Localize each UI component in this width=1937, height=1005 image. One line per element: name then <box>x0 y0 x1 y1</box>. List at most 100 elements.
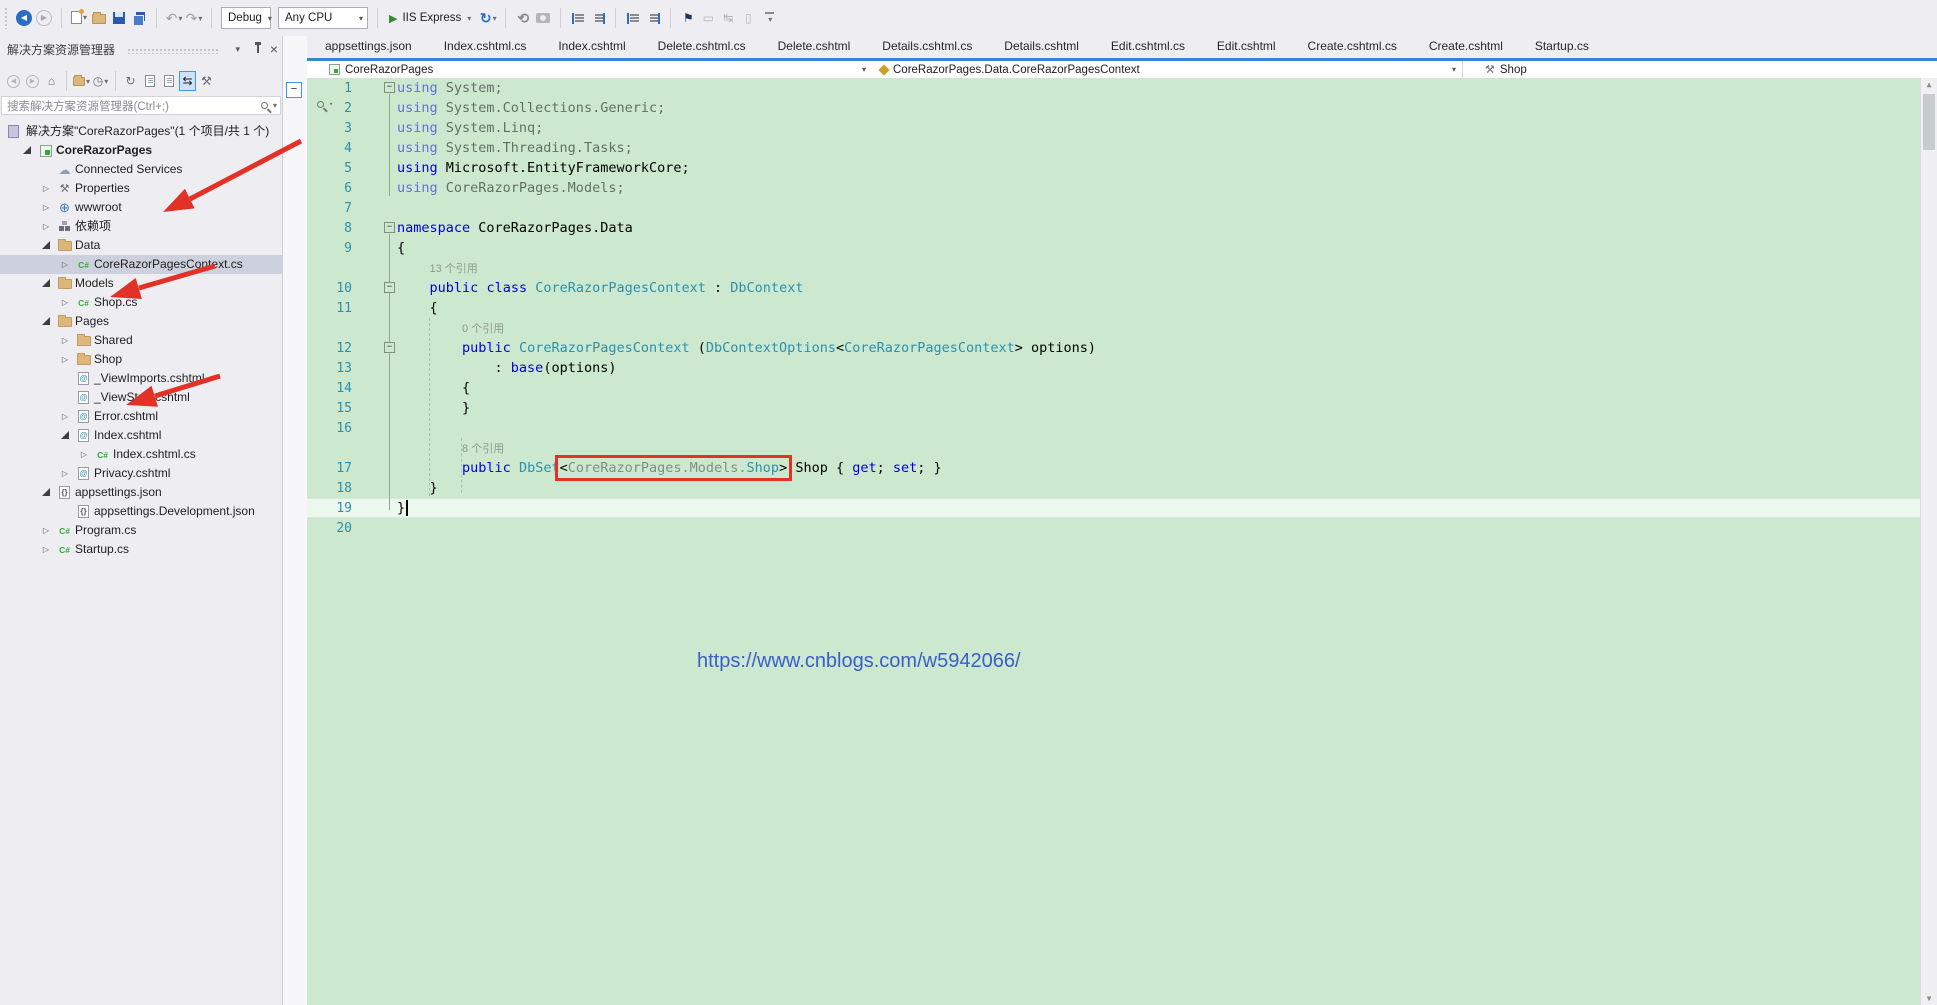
scroll-up-arrow[interactable]: ▲ <box>1921 80 1937 89</box>
tab-create-cshtml-cs[interactable]: Create.cshtml.cs <box>1304 37 1401 55</box>
align-left-button[interactable] <box>568 6 588 30</box>
tab-startup-cs[interactable]: Startup.cs <box>1531 37 1593 55</box>
collapse-all-button[interactable]: − <box>286 82 302 98</box>
tree-item-privacy-cshtml[interactable]: ▷@Privacy.cshtml <box>0 464 282 483</box>
tree-item-corerazorpages[interactable]: CoreRazorPages <box>0 141 282 160</box>
platform-dropdown[interactable]: Any CPU ▾ <box>278 7 368 29</box>
tab-delete-cshtml-cs[interactable]: Delete.cshtml.cs <box>654 37 750 55</box>
collapsed-chevron-icon[interactable]: ▷ <box>40 222 52 231</box>
codelens-references-label[interactable]: 0 个引用 <box>397 320 504 336</box>
screenshot-button[interactable] <box>533 6 553 30</box>
indent-button[interactable] <box>643 6 663 30</box>
expanded-chevron-icon[interactable] <box>40 317 52 327</box>
tab-edit-cshtml-cs[interactable]: Edit.cshtml.cs <box>1107 37 1189 55</box>
tree-item-wwwroot[interactable]: ▷⊕wwwroot <box>0 198 282 217</box>
toolbar-drag-grip[interactable] <box>4 7 9 29</box>
redo-button[interactable]: ↷▾ <box>184 6 204 30</box>
start-debugging-button[interactable]: ▶ IIS Express ▾ <box>385 12 475 25</box>
tree-item-error-cshtml[interactable]: ▷@Error.cshtml <box>0 407 282 426</box>
expanded-chevron-icon[interactable] <box>40 488 52 498</box>
fold-collapse-box[interactable]: − <box>384 342 395 353</box>
tree-item-models[interactable]: Models <box>0 274 282 293</box>
tree-item--viewstart-cshtml[interactable]: @_ViewStart.cshtml <box>0 388 282 407</box>
panel-drag-texture[interactable] <box>127 48 220 54</box>
open-file-button[interactable] <box>89 7 109 31</box>
close-icon[interactable]: × <box>270 43 278 55</box>
collapsed-chevron-icon[interactable]: ▷ <box>59 260 71 269</box>
properties-wrench-button[interactable]: ⚒ <box>198 71 215 91</box>
collapsed-chevron-icon[interactable]: ▷ <box>40 203 52 212</box>
expanded-chevron-icon[interactable] <box>21 146 33 156</box>
fold-collapse-box[interactable]: − <box>384 222 395 233</box>
tab-details-cshtml-cs[interactable]: Details.cshtml.cs <box>878 37 976 55</box>
tree-item-appsettings-development-json[interactable]: {}appsettings.Development.json <box>0 502 282 521</box>
align-right-button[interactable] <box>588 6 608 30</box>
collapsed-chevron-icon[interactable]: ▷ <box>59 412 71 421</box>
tree-item--[interactable]: ▷依赖项 <box>0 217 282 236</box>
tab-delete-cshtml[interactable]: Delete.cshtml <box>774 37 855 55</box>
tree-item-startup-cs[interactable]: ▷C#Startup.cs <box>0 540 282 559</box>
copy-path-button[interactable] <box>141 71 158 91</box>
forward-button[interactable]: ▶ <box>24 71 41 91</box>
fold-collapse-box[interactable]: − <box>384 282 395 293</box>
tab-details-cshtml[interactable]: Details.cshtml <box>1000 37 1083 55</box>
fold-collapse-box[interactable]: − <box>384 82 395 93</box>
pin-icon[interactable] <box>257 45 259 53</box>
codelens-row[interactable]: 13 个引用 <box>307 258 1937 278</box>
codelens-row[interactable]: 0 个引用 <box>307 318 1937 338</box>
vertical-scrollbar[interactable]: ▲ ▼ <box>1920 78 1937 1005</box>
tree-item-program-cs[interactable]: ▷C#Program.cs <box>0 521 282 540</box>
project-dropdown[interactable]: CoreRazorPages ▾ <box>307 61 872 78</box>
codelens-references-label[interactable]: 13 个引用 <box>397 260 478 276</box>
disabled-2-button[interactable]: ↹ <box>718 6 738 30</box>
tree-item-shop[interactable]: ▷Shop <box>0 350 282 369</box>
new-file-button[interactable]: ▾ <box>69 5 89 29</box>
tree-item-properties[interactable]: ▷⚒Properties <box>0 179 282 198</box>
tree-item-appsettings-json[interactable]: {}appsettings.json <box>0 483 282 502</box>
back-button[interactable]: ◀ <box>5 71 22 91</box>
home-button[interactable]: ⌂ <box>43 71 60 91</box>
collapsed-chevron-icon[interactable]: ▷ <box>78 450 90 459</box>
tree-item-pages[interactable]: Pages <box>0 312 282 331</box>
pending-changes-filter-button[interactable]: ◷▾ <box>92 71 109 91</box>
tree-item--viewimports-cshtml[interactable]: @_ViewImports.cshtml <box>0 369 282 388</box>
code-editor[interactable]: ▾ 1−using System;2using System.Collectio… <box>307 78 1937 1005</box>
codelens-references-label[interactable]: 8 个引用 <box>397 440 504 456</box>
undo-button[interactable]: ↶▾ <box>164 6 184 30</box>
tab-create-cshtml[interactable]: Create.cshtml <box>1425 37 1507 55</box>
outdent-button[interactable] <box>623 6 643 30</box>
toolbar-overflow-button[interactable]: ▾ <box>765 12 774 24</box>
solution-search-input[interactable]: 搜索解决方案资源管理器(Ctrl+;) ▾ <box>1 96 281 115</box>
tree-item-connected-services[interactable]: ☁Connected Services <box>0 160 282 179</box>
codelens-row[interactable]: 8 个引用 <box>307 438 1937 458</box>
collapsed-chevron-icon[interactable]: ▷ <box>59 298 71 307</box>
scroll-down-arrow[interactable]: ▼ <box>1921 994 1937 1003</box>
tree-item-corerazorpagescontext-cs[interactable]: ▷C#CoreRazorPagesContext.cs <box>0 255 282 274</box>
member-dropdown[interactable]: ⚒ Shop <box>1463 61 1937 78</box>
collapsed-chevron-icon[interactable]: ▷ <box>59 355 71 364</box>
tab-edit-cshtml[interactable]: Edit.cshtml <box>1213 37 1280 55</box>
navigate-backward-button[interactable]: ◀ <box>14 6 34 30</box>
tab-index-cshtml-cs[interactable]: Index.cshtml.cs <box>440 37 531 55</box>
tree-item--corerazorpages-1-1-[interactable]: 解决方案"CoreRazorPages"(1 个项目/共 1 个) <box>0 122 282 141</box>
sync-button[interactable]: ↻ <box>122 71 139 91</box>
window-position-button[interactable]: ▾ <box>230 44 246 55</box>
editor-search-adornment[interactable]: ▾ <box>317 100 333 108</box>
show-all-files-button[interactable] <box>160 71 177 91</box>
sync-active-document-button[interactable]: ⇆ <box>179 71 196 91</box>
tree-item-data[interactable]: Data <box>0 236 282 255</box>
browser-link-button[interactable]: ⟲ <box>513 6 533 30</box>
scrollbar-thumb[interactable] <box>1923 94 1935 150</box>
refresh-button[interactable]: ↻ ▾ <box>478 6 498 30</box>
collapsed-chevron-icon[interactable]: ▷ <box>59 469 71 478</box>
tab-index-cshtml[interactable]: Index.cshtml <box>554 37 629 55</box>
debug-configuration-dropdown[interactable]: Debug ▾ <box>221 7 271 29</box>
collapsed-chevron-icon[interactable]: ▷ <box>40 526 52 535</box>
tab-appsettings-json[interactable]: appsettings.json <box>321 37 416 55</box>
save-button[interactable] <box>109 6 129 30</box>
type-dropdown[interactable]: CoreRazorPages.Data.CoreRazorPagesContex… <box>872 61 1462 78</box>
collapsed-chevron-icon[interactable]: ▷ <box>59 336 71 345</box>
switch-views-button[interactable]: ▾ <box>73 71 90 91</box>
collapsed-chevron-icon[interactable]: ▷ <box>40 545 52 554</box>
navigate-forward-button[interactable]: ▶ <box>34 6 54 30</box>
